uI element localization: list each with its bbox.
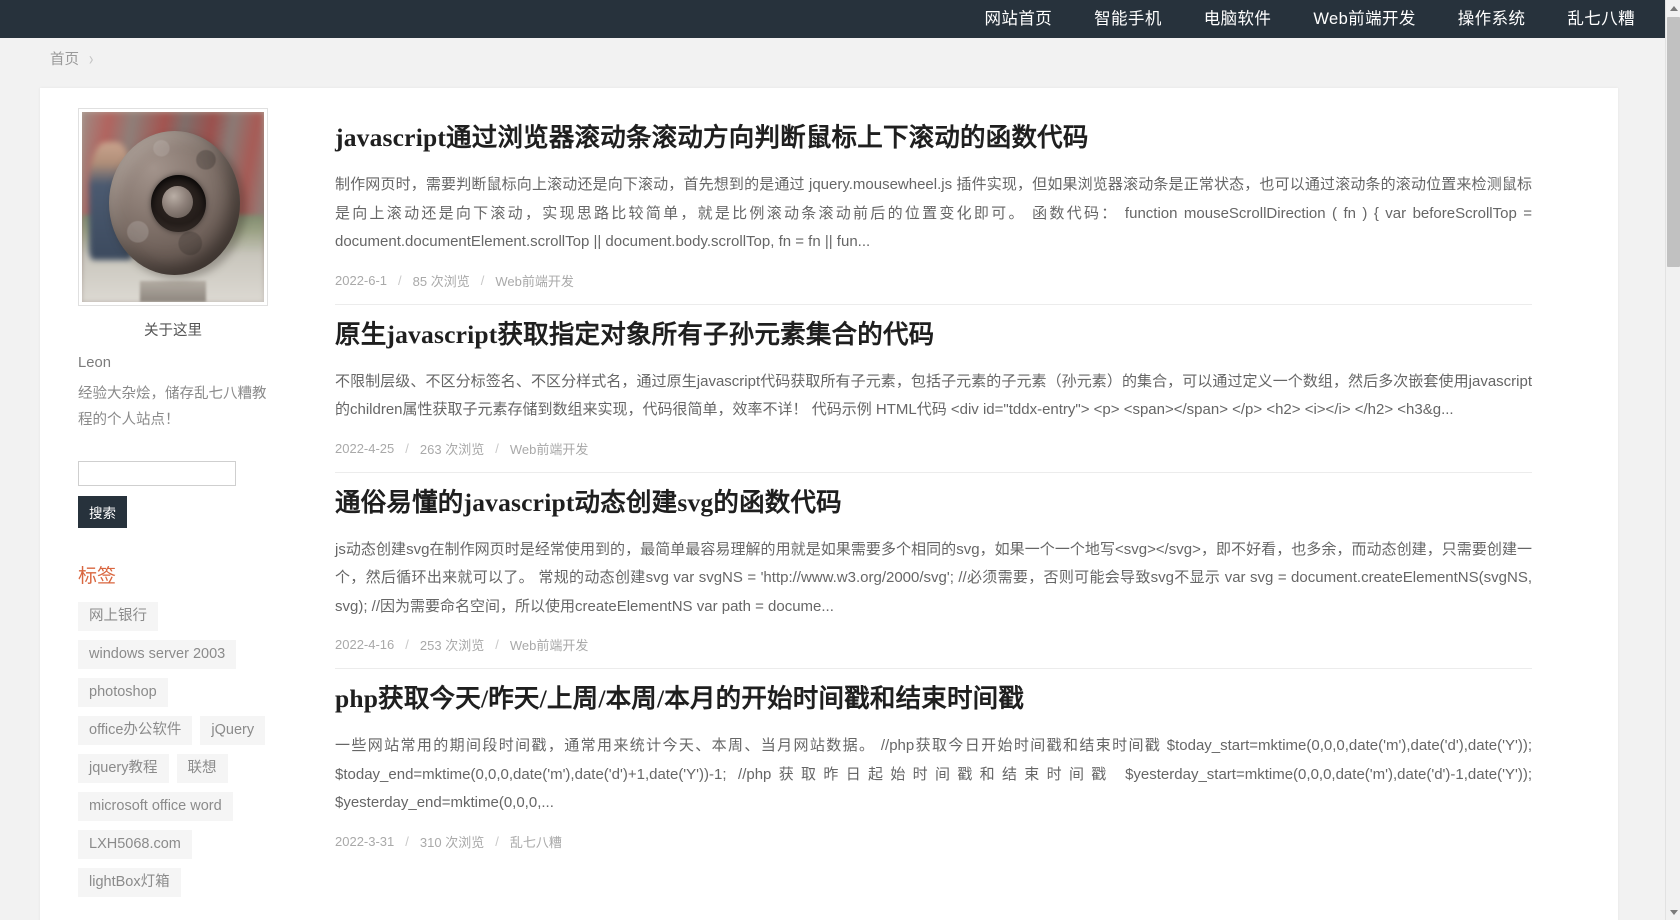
meta-separator: / <box>405 440 409 456</box>
tag-item[interactable]: LXH5068.com <box>78 830 192 859</box>
post-category[interactable]: Web前端开发 <box>510 635 589 654</box>
post-list: javascript通过浏览器滚动条滚动方向判断鼠标上下滚动的函数代码 制作网页… <box>295 88 1618 920</box>
sidebar: 关于这里 Leon 经验大杂烩，储存乱七八糟教程的个人站点！ 搜索 标签 网上银… <box>40 88 295 920</box>
search-button[interactable]: 搜索 <box>78 496 127 528</box>
tag-item[interactable]: jQuery <box>200 716 266 745</box>
meta-separator: / <box>495 833 499 849</box>
meta-separator: / <box>405 833 409 849</box>
tag-item[interactable]: photoshop <box>78 678 168 707</box>
post-date: 2022-6-1 <box>335 272 388 288</box>
tags-section-title: 标签 <box>78 566 117 587</box>
post-title[interactable]: php获取今天/昨天/上周/本周/本月的开始时间戳和结束时间戳 <box>335 682 1532 716</box>
breadcrumb-home-link[interactable]: 首页 <box>50 48 79 69</box>
nav-item-os[interactable]: 操作系统 <box>1437 0 1547 38</box>
post-excerpt: 一些网站常用的期间段时间戳，通常用来统计今天、本周、当月网站数据。 //php获… <box>335 737 1532 811</box>
post-meta: 2022-4-25 / 263 次浏览 / Web前端开发 <box>335 439 1532 472</box>
post-item: php获取今天/昨天/上周/本周/本月的开始时间戳和结束时间戳 一些网站常用的期… <box>335 669 1532 865</box>
breadcrumb: 首页 › <box>0 38 1680 78</box>
post-views: 85 次浏览 <box>412 273 470 289</box>
post-views: 253 次浏览 <box>419 638 485 653</box>
tag-item[interactable]: 网上银行 <box>78 602 158 631</box>
post-date: 2022-3-31 <box>335 833 395 849</box>
post-item: 通俗易懂的javascript动态创建svg的函数代码 js动态创建svg在制作… <box>335 473 1532 669</box>
meta-separator: / <box>398 272 402 288</box>
owner-name: Leon <box>78 355 111 371</box>
search-input[interactable] <box>78 461 236 486</box>
post-item: javascript通过浏览器滚动条滚动方向判断鼠标上下滚动的函数代码 制作网页… <box>335 108 1532 305</box>
page-root: 网站首页 智能手机 电脑软件 Web前端开发 操作系统 乱七八糟 首页 › 关于… <box>0 0 1680 920</box>
scrollbar-thumb[interactable] <box>1667 17 1680 267</box>
chevron-right-icon: › <box>89 47 94 69</box>
scroll-up-arrow-icon[interactable] <box>1666 0 1680 16</box>
post-category[interactable]: 乱七八糟 <box>510 832 562 851</box>
post-meta: 2022-6-1 / 85 次浏览 / Web前端开发 <box>335 271 1532 304</box>
avatar <box>78 108 268 306</box>
meta-separator: / <box>405 637 409 652</box>
meta-separator: / <box>495 637 499 652</box>
nav-item-home[interactable]: 网站首页 <box>964 0 1074 38</box>
tag-item[interactable]: office办公软件 <box>78 716 193 745</box>
scroll-down-arrow-icon[interactable] <box>1666 904 1680 920</box>
post-excerpt: 不限制层级、不区分标签名、不区分样式名，通过原生javascript代码获取所有… <box>335 372 1532 419</box>
tag-item[interactable]: 联想 <box>176 754 228 783</box>
meta-separator: / <box>495 440 499 456</box>
owner-description: 经验大杂烩，储存乱七八糟教程的个人站点！ <box>78 386 267 428</box>
content-panel: 关于这里 Leon 经验大杂烩，储存乱七八糟教程的个人站点！ 搜索 标签 网上银… <box>40 88 1618 920</box>
tag-cloud: 网上银行 windows server 2003 photoshop offic… <box>78 602 288 897</box>
post-date: 2022-4-16 <box>335 637 395 652</box>
about-caption: 关于这里 <box>144 323 202 339</box>
post-meta: 2022-4-16 / 253 次浏览 / Web前端开发 <box>335 635 1532 668</box>
tag-item[interactable]: lightBox灯箱 <box>78 868 181 897</box>
post-excerpt: js动态创建svg在制作网页时是经常使用到的，最简单最容易理解的用就是如果需要多… <box>335 540 1532 615</box>
tag-item[interactable]: jquery教程 <box>78 754 169 783</box>
post-category[interactable]: Web前端开发 <box>510 439 589 458</box>
post-title[interactable]: 通俗易懂的javascript动态创建svg的函数代码 <box>335 486 1532 520</box>
nav-item-list: 网站首页 智能手机 电脑软件 Web前端开发 操作系统 乱七八糟 <box>964 0 1656 38</box>
top-navbar: 网站首页 智能手机 电脑软件 Web前端开发 操作系统 乱七八糟 <box>0 0 1680 38</box>
nav-item-smartphone[interactable]: 智能手机 <box>1073 0 1183 38</box>
search-form: 搜索 <box>78 461 295 528</box>
nav-item-misc[interactable]: 乱七八糟 <box>1546 0 1656 38</box>
post-date: 2022-4-25 <box>335 440 395 456</box>
post-views: 310 次浏览 <box>419 834 485 850</box>
millstone-photo <box>82 112 264 302</box>
post-title[interactable]: 原生javascript获取指定对象所有子孙元素集合的代码 <box>335 318 1532 352</box>
post-item: 原生javascript获取指定对象所有子孙元素集合的代码 不限制层级、不区分标… <box>335 305 1532 473</box>
post-category[interactable]: Web前端开发 <box>495 271 574 290</box>
post-title[interactable]: javascript通过浏览器滚动条滚动方向判断鼠标上下滚动的函数代码 <box>335 121 1532 155</box>
nav-item-web-frontend[interactable]: Web前端开发 <box>1292 0 1436 38</box>
page-scrollbar[interactable] <box>1665 0 1680 920</box>
tag-item[interactable]: windows server 2003 <box>78 640 237 669</box>
nav-item-software[interactable]: 电脑软件 <box>1183 0 1293 38</box>
post-meta: 2022-3-31 / 310 次浏览 / 乱七八糟 <box>335 832 1532 865</box>
meta-separator: / <box>480 272 485 288</box>
post-excerpt: 制作网页时，需要判断鼠标向上滚动还是向下滚动，首先想到的是通过 jquery.m… <box>335 176 1532 250</box>
post-views: 263 次浏览 <box>419 441 485 457</box>
tag-item[interactable]: microsoft office word <box>78 792 233 821</box>
